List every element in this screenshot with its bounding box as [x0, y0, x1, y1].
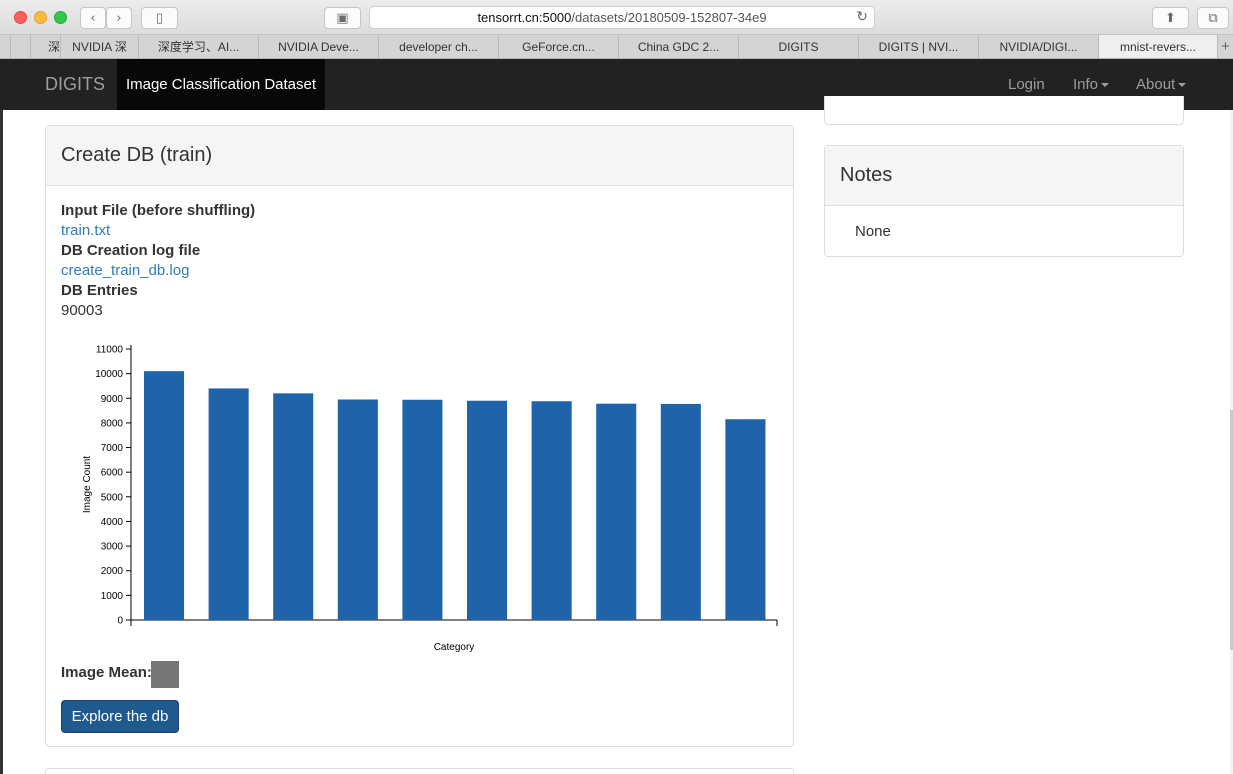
nav-item-image-classification-dataset[interactable]: Image Classification Dataset: [117, 59, 325, 110]
about-dropdown[interactable]: About: [1136, 76, 1187, 93]
browser-tab[interactable]: [10, 35, 30, 58]
chart-bar: [725, 419, 766, 620]
new-tab-button[interactable]: +: [1217, 35, 1233, 58]
browser-tab[interactable]: developer ch...: [378, 35, 498, 58]
chart-bar: [144, 371, 185, 620]
brand-link[interactable]: DIGITS: [45, 74, 105, 95]
y-tick-label: 4000: [101, 517, 124, 528]
input-file-label: Input File (before shuffling): [61, 202, 256, 219]
back-icon[interactable]: ‹: [80, 7, 106, 29]
zoom-window-button[interactable]: [54, 11, 67, 24]
notes-body: None: [855, 223, 891, 240]
image-mean-label: Image Mean:: [61, 664, 152, 681]
minimize-window-button[interactable]: [34, 11, 47, 24]
db-entries-value: 90003: [61, 302, 103, 319]
caret-down-icon: [1178, 83, 1187, 88]
browser-tab[interactable]: 深: [30, 35, 60, 58]
browser-tab[interactable]: China GDC 2...: [618, 35, 738, 58]
create-train-db-log-link[interactable]: create_train_db.log: [61, 262, 189, 279]
window-edge: [0, 110, 3, 774]
browser-tab-active[interactable]: mnist-revers...: [1098, 35, 1217, 58]
y-tick-label: 5000: [101, 492, 124, 503]
y-tick-label: 2000: [101, 566, 124, 577]
db-creation-log-label: DB Creation log file: [61, 242, 201, 259]
chart-bar: [531, 401, 572, 620]
browser-tab[interactable]: 深度学习、AI...: [138, 35, 258, 58]
y-tick-label: 8000: [101, 418, 124, 429]
panel-title: Create DB (train): [46, 126, 793, 186]
chart-bar: [402, 399, 443, 620]
next-panel-edge: [45, 768, 794, 774]
category-distribution-chart: 0 1000 2000 3000 4000 5000 6000 7000 8000 9000 100…: [82, 345, 778, 653]
notes-panel: Notes None: [824, 145, 1184, 257]
chart-bar: [596, 403, 637, 620]
y-tick-label: 11000: [96, 345, 124, 356]
notes-title: Notes: [825, 146, 1183, 206]
forward-icon[interactable]: ›: [106, 7, 132, 29]
url-path: /datasets/20180509-152807-34e9: [571, 10, 767, 25]
chart-bar: [273, 393, 314, 620]
share-icon[interactable]: ⬆: [1152, 7, 1189, 29]
y-axis-label: Image Count: [82, 456, 93, 513]
create-db-train-panel: Create DB (train) Input File (before shu…: [45, 125, 794, 747]
browser-tab[interactable]: NVIDIA Deve...: [258, 35, 378, 58]
info-dropdown[interactable]: Info: [1073, 76, 1110, 93]
browser-titlebar: ‹ › ▯ ▣ tensorrt.cn:5000/datasets/201805…: [0, 0, 1233, 35]
chart-bar: [467, 400, 508, 620]
reader-icon[interactable]: ▣: [324, 7, 361, 29]
sidebar-toggle-icon[interactable]: ▯: [141, 7, 178, 29]
x-axis-label: Category: [434, 642, 475, 653]
y-tick-label: 7000: [101, 443, 124, 454]
caret-down-icon: [1101, 83, 1110, 88]
browser-tab[interactable]: DIGITS | NVI...: [858, 35, 978, 58]
address-bar[interactable]: tensorrt.cn:5000/datasets/20180509-15280…: [369, 6, 875, 29]
image-mean-thumbnail: [151, 661, 179, 688]
chart-bar: [660, 403, 701, 620]
y-tick-label: 6000: [101, 468, 124, 479]
browser-tab[interactable]: GeForce.cn...: [498, 35, 618, 58]
browser-tab-bar: 深 NVIDIA 深 深度学习、AI... NVIDIA Deve... dev…: [0, 35, 1233, 59]
side-panel-bottom-edge: [824, 96, 1184, 125]
browser-tab[interactable]: NVIDIA/DIGI...: [978, 35, 1098, 58]
reload-icon[interactable]: ↻: [856, 9, 868, 25]
y-tick-label: 3000: [101, 542, 124, 553]
db-entries-label: DB Entries: [61, 282, 138, 299]
browser-tab[interactable]: NVIDIA 深: [60, 35, 138, 58]
y-tick-label: 1000: [101, 591, 124, 602]
y-tick-label: 9000: [101, 394, 124, 405]
url-host: tensorrt.cn:5000: [477, 10, 572, 25]
train-txt-link[interactable]: train.txt: [61, 222, 110, 239]
chart-bar: [337, 399, 378, 620]
close-window-button[interactable]: [14, 11, 27, 24]
show-tabs-icon[interactable]: ⧉: [1197, 7, 1229, 29]
chart-bar: [208, 388, 249, 620]
explore-db-button[interactable]: Explore the db: [61, 700, 179, 733]
y-tick-label: 0: [117, 616, 123, 627]
y-tick-label: 10000: [95, 369, 123, 380]
browser-tab[interactable]: DIGITS: [738, 35, 858, 58]
login-link[interactable]: Login: [1008, 76, 1045, 93]
